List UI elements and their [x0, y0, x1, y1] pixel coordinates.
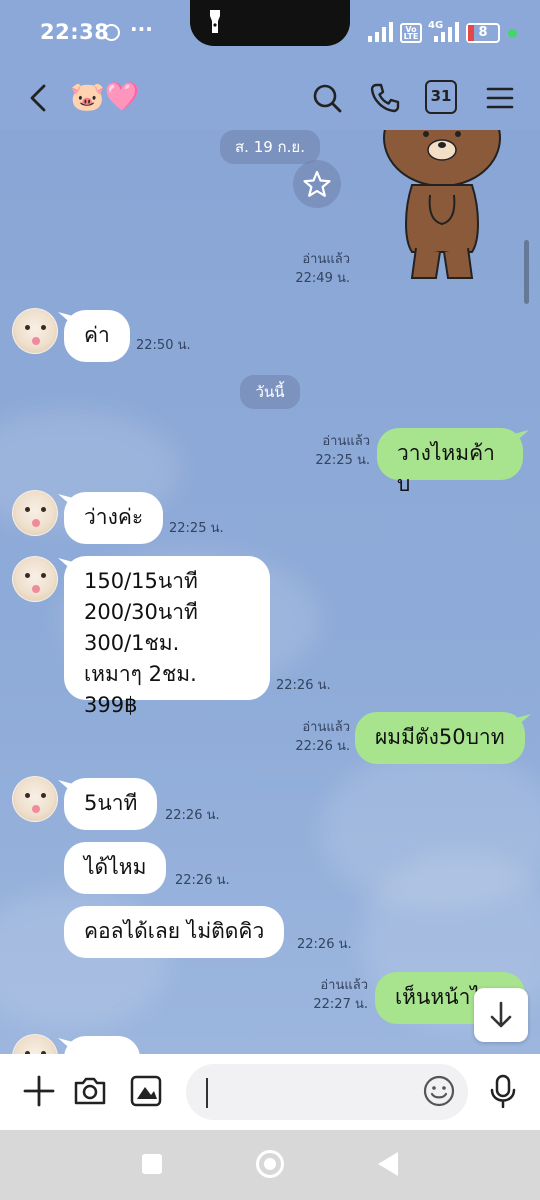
active-dot [508, 29, 517, 38]
back-button[interactable] [378, 1152, 398, 1176]
message-time: 22:26 น. [276, 678, 331, 693]
message-time: 22:50 น. [136, 338, 191, 353]
message-time: 22:26 น. [297, 937, 352, 952]
image-icon[interactable] [129, 1074, 163, 1108]
message-time: 22:25 น. [169, 521, 224, 536]
recent-apps-button[interactable] [142, 1154, 162, 1174]
battery-icon: 8 [466, 23, 500, 43]
status-bar: 22:38 ··· Vo LTE 4G 8 [0, 0, 540, 68]
signal-icon [368, 22, 393, 42]
signal-2-icon [434, 22, 459, 42]
text-cursor [206, 1078, 208, 1108]
more-notifications-icon: ··· [130, 17, 153, 41]
message-time: 22:26 น. [175, 873, 230, 888]
read-receipt: อ่านแล้ว 22:26 น. [295, 720, 350, 754]
date-separator-today: วันนี้ [240, 375, 300, 409]
system-nav-bar [0, 1130, 540, 1200]
incoming-message-partial[interactable] [64, 1036, 140, 1054]
outgoing-message[interactable]: วางไหมค้าบ [377, 428, 523, 496]
incoming-message[interactable]: ได้ไหม [64, 842, 167, 894]
arrow-down-icon [490, 1001, 512, 1028]
bear-sticker[interactable] [382, 130, 502, 290]
menu-icon[interactable] [484, 82, 516, 114]
chat-title[interactable]: 🐷🩷 [70, 81, 140, 113]
flashlight-icon [210, 10, 220, 33]
outgoing-message[interactable]: ผมมีตัง50บาท [355, 712, 525, 764]
read-receipt: อ่านแล้ว 22:25 น. [315, 434, 370, 468]
read-receipt: อ่านแล้ว 22:27 น. [313, 978, 368, 1012]
incoming-message[interactable]: ค่า [64, 310, 130, 362]
chat-header: 🐷🩷 31 [0, 68, 540, 130]
contact-avatar[interactable] [12, 490, 58, 536]
incoming-message[interactable]: 5นาที [64, 778, 158, 830]
contact-avatar[interactable] [12, 556, 58, 602]
back-icon[interactable] [24, 82, 56, 114]
message-time: 22:26 น. [165, 808, 220, 823]
microphone-icon[interactable] [486, 1074, 520, 1108]
star-icon [303, 170, 331, 197]
scrollbar-thumb[interactable] [524, 240, 529, 304]
phone-icon[interactable] [369, 82, 401, 114]
emoji-icon[interactable] [422, 1074, 456, 1108]
date-separator: ส. 19 ก.ย. [220, 130, 320, 164]
camera-icon[interactable] [73, 1074, 107, 1108]
home-button[interactable] [256, 1150, 284, 1178]
contact-avatar[interactable] [12, 308, 58, 354]
status-time: 22:38 [40, 20, 110, 44]
star-button[interactable] [293, 160, 341, 208]
search-icon[interactable] [311, 82, 343, 114]
scroll-to-bottom-button[interactable] [474, 988, 528, 1042]
incoming-message[interactable]: คอลได้เลย ไม่ติดคิว [64, 906, 285, 958]
contact-avatar[interactable] [12, 776, 58, 822]
read-receipt: อ่านแล้ว 22:49 น. [295, 252, 350, 286]
contact-avatar[interactable] [12, 1034, 58, 1054]
calendar-icon[interactable]: 31 [425, 80, 457, 114]
plus-icon[interactable] [22, 1074, 56, 1108]
chat-messages[interactable]: ส. 19 ก.ย. อ่านแล้ว 22:49 น. ค่า 22:50 น… [0, 130, 540, 1054]
message-input-bar [0, 1054, 540, 1130]
chat-notification-icon [103, 24, 120, 41]
incoming-message[interactable]: 150/15นาที 200/30นาที 300/1ชม. เหมาๆ 2ชม… [64, 556, 270, 717]
incoming-message[interactable]: ว่างค่ะ [64, 492, 164, 544]
volte-icon: Vo LTE [400, 23, 422, 43]
